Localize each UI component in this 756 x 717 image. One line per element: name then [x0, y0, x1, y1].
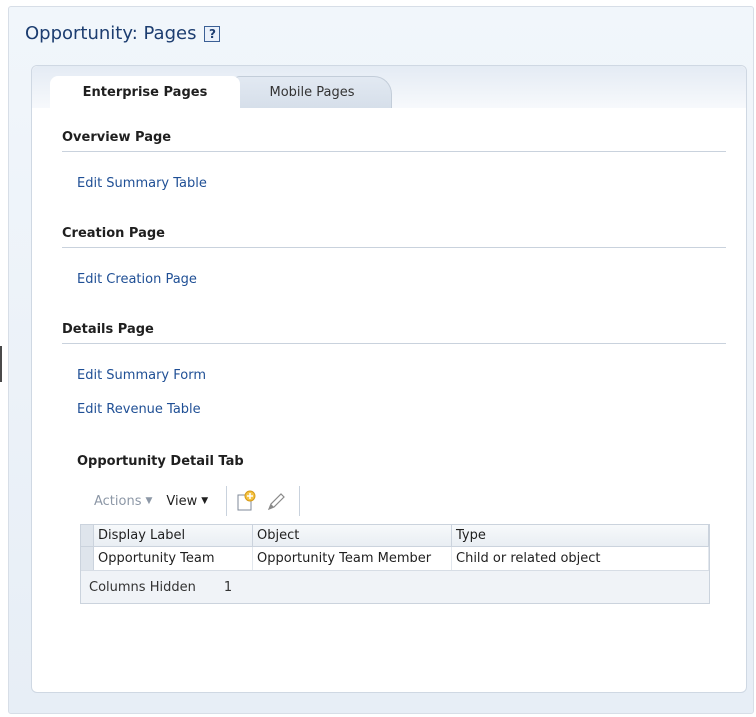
tab-enterprise-pages[interactable]: Enterprise Pages	[50, 76, 240, 108]
create-icon[interactable]	[233, 488, 259, 514]
pages-panel: Enterprise Pages Mobile Pages Overview P…	[31, 65, 747, 693]
section-header-overview: Overview Page	[62, 130, 726, 152]
view-menu[interactable]: View ▼	[160, 494, 220, 509]
page-title-text: Opportunity: Pages	[25, 23, 197, 44]
section-header-details: Details Page	[62, 322, 726, 344]
view-label: View	[166, 493, 198, 509]
table-footer: Columns Hidden 1	[81, 570, 709, 603]
edit-pencil-icon[interactable]	[263, 488, 289, 514]
columns-hidden-count[interactable]: 1	[224, 580, 232, 595]
tab-label: Mobile Pages	[269, 85, 355, 100]
column-header-object[interactable]: Object	[252, 525, 452, 547]
table-toolbar: Actions ▼ View ▼	[80, 484, 306, 518]
edit-revenue-table-link[interactable]: Edit Revenue Table	[77, 402, 201, 417]
table-cell-type: Child or related object	[451, 546, 709, 570]
actions-label: Actions	[94, 493, 142, 509]
tab-strip: Enterprise Pages Mobile Pages	[32, 66, 746, 108]
row-selector-header	[81, 525, 94, 547]
table-row[interactable]: Opportunity Team Opportunity Team Member…	[81, 546, 709, 570]
columns-hidden-label: Columns Hidden	[89, 579, 196, 595]
help-icon[interactable]: ?	[204, 25, 221, 42]
column-header-display-label[interactable]: Display Label	[93, 525, 253, 547]
subheader-opportunity-detail-tab: Opportunity Detail Tab	[77, 454, 244, 469]
detail-tab-table: Display Label Object Type Opportunity Te…	[80, 524, 710, 604]
tab-label: Enterprise Pages	[82, 84, 208, 100]
edit-summary-form-link[interactable]: Edit Summary Form	[77, 368, 206, 383]
page-title: Opportunity: Pages ?	[25, 23, 221, 44]
section-header-creation: Creation Page	[62, 226, 726, 248]
table-cell-object: Opportunity Team Member	[252, 546, 452, 570]
actions-menu[interactable]: Actions ▼	[80, 494, 160, 509]
chevron-down-icon: ▼	[201, 496, 209, 506]
table-cell-display-label: Opportunity Team	[93, 546, 253, 570]
column-header-type[interactable]: Type	[451, 525, 709, 547]
chevron-down-icon: ▼	[145, 496, 153, 506]
window-edge-mark	[0, 346, 2, 382]
tab-mobile-pages[interactable]: Mobile Pages	[232, 76, 392, 108]
row-selector[interactable]	[81, 546, 94, 570]
page-frame: Opportunity: Pages ? Enterprise Pages Mo…	[8, 6, 754, 714]
edit-summary-table-link[interactable]: Edit Summary Table	[77, 176, 207, 191]
edit-creation-page-link[interactable]: Edit Creation Page	[77, 272, 197, 287]
toolbar-separator	[299, 486, 301, 516]
toolbar-separator	[226, 486, 228, 516]
